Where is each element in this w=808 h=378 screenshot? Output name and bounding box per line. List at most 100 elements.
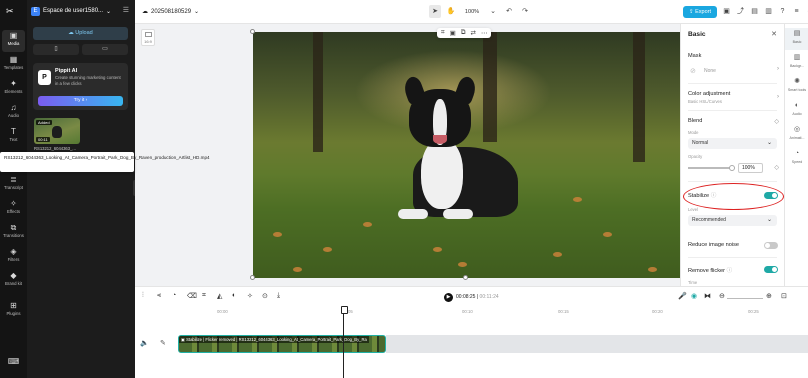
project-name-dropdown[interactable]: ☁ 202508180529 ⌄ (142, 8, 199, 16)
templates-icon: ▦ (9, 55, 18, 64)
split-icon[interactable]: ⫶ (142, 292, 144, 300)
blend-mode-select[interactable]: Normal ⌄ (688, 138, 777, 149)
fit-icon[interactable]: ⊡ (781, 292, 787, 300)
diamond-icon[interactable]: ◇ (774, 164, 779, 171)
edit-icon[interactable]: ✎ (160, 339, 166, 347)
remove-flicker-toggle[interactable] (764, 266, 778, 273)
phone-upload-button[interactable]: ▯ (33, 44, 79, 55)
chevron-right-icon[interactable]: › (777, 94, 779, 100)
opacity-slider[interactable] (688, 165, 735, 171)
pointer-icon[interactable]: ➤ (429, 5, 441, 18)
tab-smart-tools[interactable]: ✺ Smart tools (785, 76, 808, 98)
stabilize-level-select[interactable]: Recommended ⌄ (688, 215, 777, 226)
rail-item-transitions[interactable]: ⧉ Transitions (0, 222, 27, 244)
delete-icon[interactable]: ⌫ (187, 292, 197, 300)
close-icon[interactable]: ✕ (771, 30, 777, 38)
rail-item-effects[interactable]: ✧ Effects (0, 198, 27, 220)
diamond-icon[interactable]: ◇ (774, 118, 779, 125)
redo-icon[interactable]: ↷ (519, 5, 531, 18)
rail-item-elements[interactable]: ✦ Elements (0, 78, 27, 100)
rail-item-plugins[interactable]: ⊞ Plugins (0, 300, 27, 322)
rail-item-audio[interactable]: ♫ Audio (0, 102, 27, 124)
zoom-level[interactable]: 100% (461, 9, 483, 15)
mask-selector[interactable]: ⊘ None (688, 67, 775, 77)
workspace-switcher[interactable]: E Espace de user1580... ⌄ (31, 5, 111, 17)
microphone-icon[interactable]: 🎤 (678, 292, 687, 300)
download-icon[interactable]: ⤓ (277, 292, 280, 300)
crop-icon[interactable]: ⌗ (202, 292, 206, 300)
pippit-description: Create stunning marketing content in a f… (55, 75, 121, 86)
effects-icon[interactable]: ✧ (247, 292, 253, 300)
magnet-icon[interactable]: ◉ (691, 292, 697, 300)
layers-icon[interactable]: ▣ (450, 29, 456, 37)
chevron-right-icon[interactable]: › (777, 66, 779, 72)
resize-handle[interactable] (250, 275, 255, 280)
more-icon[interactable]: ⋯ (481, 29, 488, 37)
opacity-input[interactable]: 100% (738, 163, 763, 173)
comment-icon[interactable]: ▤ (750, 6, 759, 18)
delete-left-icon[interactable]: ⫷ (157, 292, 161, 300)
pippit-promo-card: P Pippit AI Create stunning marketing co… (33, 63, 128, 110)
tab-speed[interactable]: ◔ Speed (785, 148, 808, 170)
zoom-in-icon[interactable]: ⊕ (766, 292, 772, 300)
monitor-icon: ▭ (102, 46, 108, 52)
hand-icon[interactable]: ✋ (445, 5, 457, 18)
rail-item-transcript[interactable]: ≣ Transcript (0, 174, 27, 196)
media-thumbnail[interactable]: Added 00:11 (34, 118, 80, 144)
upload-button[interactable]: ☁ Upload (33, 27, 128, 40)
tab-basic[interactable]: ▤ Basic (785, 28, 808, 50)
link-icon[interactable]: ⧓ (704, 292, 711, 300)
timeline-ruler[interactable]: 00:00 00:05 00:10 00:15 00:20 00:25 (135, 306, 808, 318)
blend-label: Blend (688, 118, 703, 124)
phone-icon: ▯ (54, 46, 58, 52)
share-icon[interactable]: ⤴ (736, 6, 745, 18)
resize-handle[interactable] (250, 29, 255, 34)
rotate-handle[interactable] (463, 275, 468, 280)
rail-item-media[interactable]: ▣ Media (2, 30, 25, 52)
menu-icon[interactable]: ≡ (792, 6, 801, 18)
speaker-icon[interactable]: 🔈 (140, 339, 149, 347)
undo-icon[interactable]: ↶ (503, 5, 515, 18)
mirror-icon[interactable]: ◭ (217, 292, 222, 300)
adjust-icon[interactable]: ◐ (232, 292, 236, 299)
export-button[interactable]: ⇪ Export (683, 6, 717, 18)
track-empty-area[interactable] (386, 335, 808, 353)
time-label: Time (688, 280, 698, 285)
tab-audio[interactable]: ◐ Audio (785, 100, 808, 122)
color-adjustment-label[interactable]: Color adjustment (688, 91, 730, 97)
tab-background[interactable]: ▥ Backgr... (785, 52, 808, 74)
replace-icon[interactable]: ⇄ (470, 29, 475, 37)
chevron-down-icon[interactable]: ⌄ (487, 5, 499, 18)
playhead[interactable] (341, 306, 348, 378)
crop-icon[interactable]: ⌗ (441, 29, 445, 37)
try-it-button[interactable]: Try it › (38, 96, 123, 106)
video-preview[interactable] (253, 32, 680, 278)
zoom-slider[interactable] (727, 298, 763, 299)
mask-icon[interactable]: ⊙ (262, 292, 268, 300)
rail-item-text[interactable]: T Text (0, 126, 27, 148)
rail-item-templates[interactable]: ▦ Templates (0, 54, 27, 76)
video-clip[interactable]: ▣ Stabilize | Flicker removed | RS13212_… (178, 335, 386, 353)
media-icon: ▣ (9, 31, 18, 40)
collapse-panel-icon[interactable]: ☰ (123, 6, 129, 14)
help-icon[interactable]: ? (778, 6, 787, 18)
reduce-noise-toggle[interactable] (764, 242, 778, 249)
aspect-ratio-button[interactable]: 16:9 (141, 29, 155, 46)
desktop-upload-button[interactable]: ▭ (82, 44, 128, 55)
zoom-out-icon[interactable]: ⊖ (719, 292, 725, 300)
tab-animation[interactable]: ◎ Animati... (785, 124, 808, 146)
freeze-icon[interactable]: ◔ (172, 292, 176, 299)
play-button[interactable]: ▶ (444, 293, 453, 302)
bookmark-icon[interactable]: ▥ (764, 6, 773, 18)
opacity-knob[interactable] (729, 165, 735, 171)
mask-label: Mask (688, 53, 702, 59)
copy-icon[interactable]: ⧉ (461, 29, 466, 37)
present-icon[interactable]: ▣ (722, 6, 731, 18)
effects-icon: ✧ (10, 199, 17, 208)
media-caption: RS13212_6044363_... (34, 146, 76, 151)
app-logo-icon[interactable]: ✂ (6, 6, 21, 18)
rail-item-filters[interactable]: ◈ Filters (0, 246, 27, 268)
project-name: 202508180529 (151, 8, 192, 15)
rail-item-brand-kit[interactable]: ◆ Brand kit (0, 270, 27, 292)
keyboard-icon[interactable]: ⌨ (0, 356, 27, 378)
